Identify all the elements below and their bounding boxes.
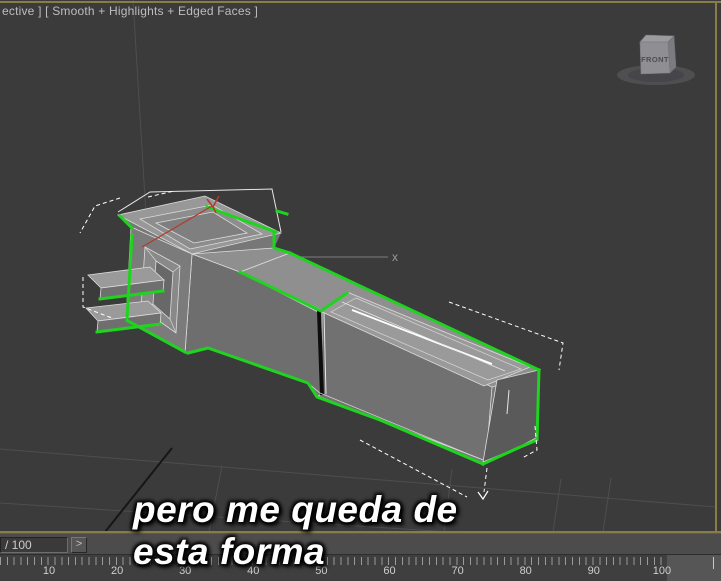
viewcube[interactable]: FRONT	[617, 34, 695, 85]
time-slider-value[interactable]: / 100	[0, 537, 68, 553]
track-bar-end-mark	[713, 557, 714, 569]
frame-number-label: 100	[652, 565, 672, 577]
app-window: x FRONT ective] [Smooth + Highlights +…	[0, 0, 721, 581]
model-3d[interactable]	[85, 188, 541, 466]
caption-line1: pero me queda de	[133, 489, 458, 530]
next-frame-button[interactable]: >	[71, 537, 87, 553]
grid-lines	[0, 0, 717, 533]
x-axis-label: x	[392, 250, 398, 264]
frame-number-label: 80	[519, 565, 532, 577]
viewport-border-top	[0, 1, 721, 3]
viewport-3d[interactable]: x FRONT ective] [Smooth + Highlights +…	[0, 0, 721, 533]
viewcube-front-label: FRONT	[641, 55, 669, 64]
frame-number-label: 10	[42, 565, 56, 577]
viewport-border-right	[715, 1, 717, 532]
caption-overlay: pero me queda de esta forma	[133, 489, 458, 573]
frame-number-label: 20	[110, 565, 124, 577]
caption-line2: esta forma	[133, 531, 326, 572]
frame-number-label: 90	[587, 565, 600, 577]
viewport-label[interactable]: ective ] [ Smooth + Highlights + Edged F…	[2, 4, 258, 18]
viewport-scene[interactable]: x FRONT	[0, 0, 721, 533]
